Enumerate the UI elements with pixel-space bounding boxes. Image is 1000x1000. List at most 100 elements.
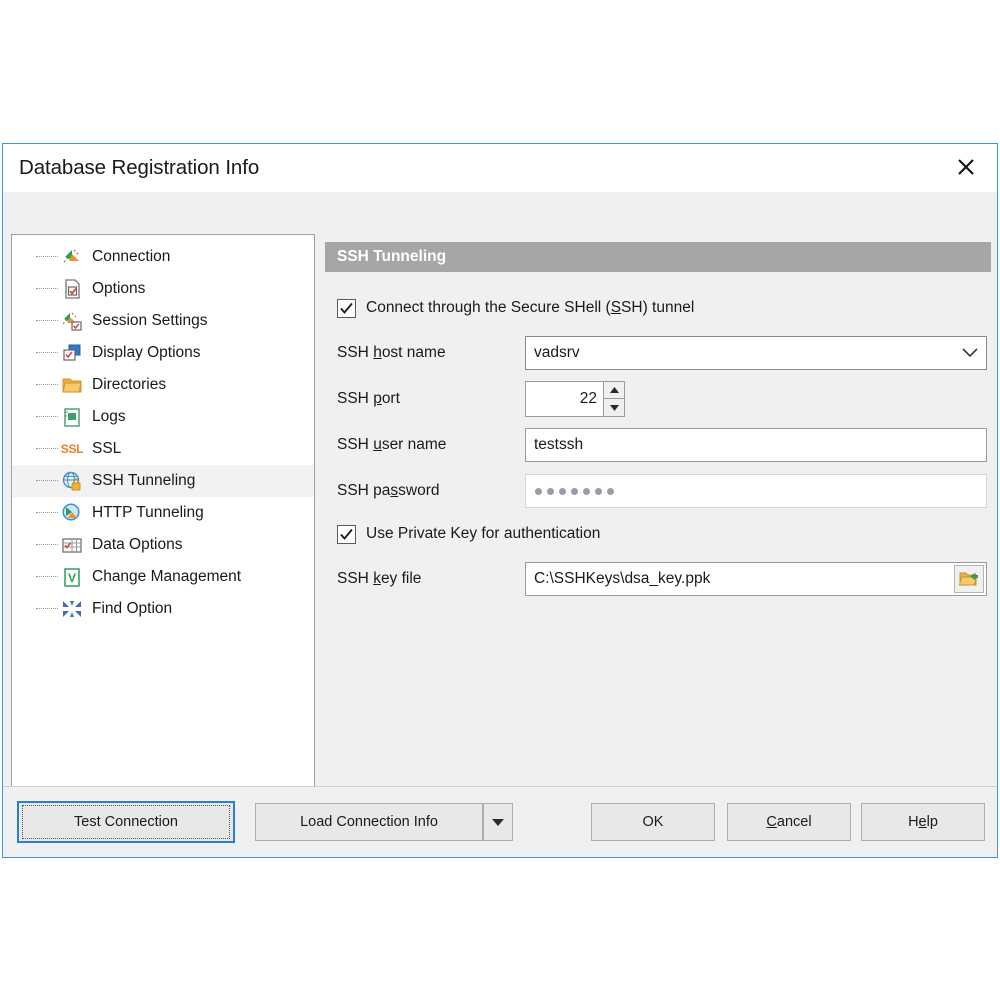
sidebar-item-options[interactable]: Options	[12, 273, 314, 305]
ssh-host-label: SSH host name	[337, 344, 446, 361]
ssh-host-combobox[interactable]: vadsrv	[525, 336, 987, 370]
check-icon	[340, 528, 353, 540]
tree-connector	[36, 320, 58, 322]
sidebar-item-label: SSL	[92, 440, 122, 457]
ssh-user-row: SSH user name	[337, 428, 991, 462]
settings-tree-panel: Connection Options Session Settings Disp…	[11, 234, 315, 826]
connect-through-ssh-checkbox-row[interactable]: Connect through the Secure SHell (SSH) t…	[337, 294, 991, 322]
document-check-icon	[60, 277, 84, 301]
sidebar-item-label: Logs	[92, 408, 126, 425]
connect-through-ssh-label: Connect through the Secure SHell (SSH) t…	[366, 299, 695, 316]
sidebar-item-change-management[interactable]: V Change Management	[12, 561, 314, 593]
ssh-form: Connect through the Secure SHell (SSH) t…	[325, 294, 991, 596]
data-grid-icon	[60, 533, 84, 557]
tree-connector	[36, 384, 58, 386]
tree-connector	[36, 608, 58, 610]
ssh-tunneling-panel: SSH Tunneling Connect through the Secure…	[325, 242, 991, 608]
sidebar-item-logs[interactable]: Logs	[12, 401, 314, 433]
help-button[interactable]: Help	[861, 803, 985, 841]
ssh-port-input[interactable]	[525, 381, 603, 417]
ssh-user-label: SSH user name	[337, 436, 447, 453]
tree-connector	[36, 480, 58, 482]
spinner-up-icon[interactable]	[603, 381, 625, 399]
tree-connector	[36, 448, 58, 450]
sidebar-item-label: HTTP Tunneling	[92, 504, 204, 521]
ssh-keyfile-label: SSH key file	[337, 570, 422, 587]
session-settings-icon	[60, 309, 84, 333]
sidebar-item-find-option[interactable]: Find Option	[12, 593, 314, 625]
sidebar-item-connection[interactable]: Connection	[12, 241, 314, 273]
sidebar-item-label: Connection	[92, 248, 171, 265]
load-connection-info-button[interactable]: Load Connection Info	[255, 803, 483, 841]
sidebar-item-label: SSH Tunneling	[92, 472, 196, 489]
password-mask-dots	[526, 475, 986, 507]
check-icon	[340, 302, 353, 314]
ssh-password-input[interactable]	[525, 474, 987, 508]
sidebar-item-http-tunneling[interactable]: HTTP Tunneling	[12, 497, 314, 529]
tree-connector	[36, 256, 58, 258]
sidebar-item-display-options[interactable]: Display Options	[12, 337, 314, 369]
cancel-label: Cancel	[766, 814, 812, 830]
ssh-keyfile-row: SSH key file C:\SSHKeys\dsa_key.ppk	[337, 562, 991, 596]
spinner-down-icon[interactable]	[603, 399, 625, 417]
open-folder-icon[interactable]	[954, 565, 984, 593]
tree-connector	[36, 512, 58, 514]
load-connection-info-label: Load Connection Info	[300, 814, 438, 830]
ssh-user-input[interactable]	[525, 428, 987, 462]
globe-lock-icon	[60, 469, 84, 493]
ssh-port-row: SSH port	[337, 381, 991, 417]
ok-label: OK	[642, 814, 664, 830]
tree-connector	[36, 544, 58, 546]
sidebar-item-label: Display Options	[92, 344, 201, 361]
chevron-down-icon	[492, 818, 504, 826]
dialog-body: Connection Options Session Settings Disp…	[3, 192, 997, 826]
sidebar-item-ssh-tunneling[interactable]: SSH Tunneling	[12, 465, 314, 497]
dialog-title: Database Registration Info	[19, 156, 260, 179]
globe-arrow-icon	[60, 501, 84, 525]
sidebar-item-label: Directories	[92, 376, 167, 393]
database-registration-dialog: Database Registration Info Connection Op…	[2, 143, 998, 858]
sidebar-item-directories[interactable]: Directories	[12, 369, 314, 401]
section-header-title: SSH Tunneling	[337, 248, 447, 265]
ssh-port-label: SSH port	[337, 390, 400, 407]
chevron-down-icon[interactable]	[954, 348, 986, 358]
sidebar-item-ssl[interactable]: SSL SSL	[12, 433, 314, 465]
close-icon[interactable]	[935, 144, 997, 190]
display-options-icon	[60, 341, 84, 365]
test-connection-button[interactable]: Test Connection	[17, 801, 235, 843]
spinner-buttons	[603, 381, 625, 417]
dialog-titlebar: Database Registration Info	[3, 144, 997, 192]
ssh-password-label: SSH password	[337, 482, 440, 499]
logs-notebook-icon	[60, 405, 84, 429]
connect-through-ssh-checkbox[interactable]	[337, 298, 356, 318]
use-private-key-label: Use Private Key for authentication	[366, 525, 601, 542]
use-private-key-checkbox-row[interactable]: Use Private Key for authentication	[337, 520, 991, 548]
tree-connector	[36, 416, 58, 418]
ssh-host-value: vadsrv	[534, 344, 580, 361]
cancel-button[interactable]: Cancel	[727, 803, 851, 841]
dialog-footer: Test Connection Load Connection Info OK …	[3, 786, 997, 857]
sidebar-item-label: Session Settings	[92, 312, 208, 329]
tree-connector	[36, 576, 58, 578]
load-connection-info-dropdown[interactable]	[483, 803, 513, 841]
tree-connector	[36, 352, 58, 354]
ssh-password-row: SSH password	[337, 474, 991, 508]
sidebar-item-data-options[interactable]: Data Options	[12, 529, 314, 561]
folder-icon	[60, 373, 84, 397]
help-label: Help	[908, 814, 938, 830]
test-connection-label: Test Connection	[22, 805, 230, 839]
ssh-keyfile-value: C:\SSHKeys\dsa_key.ppk	[534, 570, 711, 587]
use-private-key-checkbox[interactable]	[337, 524, 356, 544]
settings-tree-list: Connection Options Session Settings Disp…	[12, 235, 314, 625]
tree-connector	[36, 288, 58, 290]
sidebar-item-session-settings[interactable]: Session Settings	[12, 305, 314, 337]
sidebar-item-label: Find Option	[92, 600, 173, 617]
sidebar-item-label: Options	[92, 280, 146, 297]
version-control-icon: V	[60, 565, 84, 589]
ssh-keyfile-input[interactable]: C:\SSHKeys\dsa_key.ppk	[525, 562, 987, 596]
sidebar-item-label: Change Management	[92, 568, 242, 585]
svg-text:V: V	[68, 571, 76, 585]
ok-button[interactable]: OK	[591, 803, 715, 841]
connection-plug-icon	[60, 245, 84, 269]
ssh-port-spinner[interactable]	[525, 381, 625, 417]
